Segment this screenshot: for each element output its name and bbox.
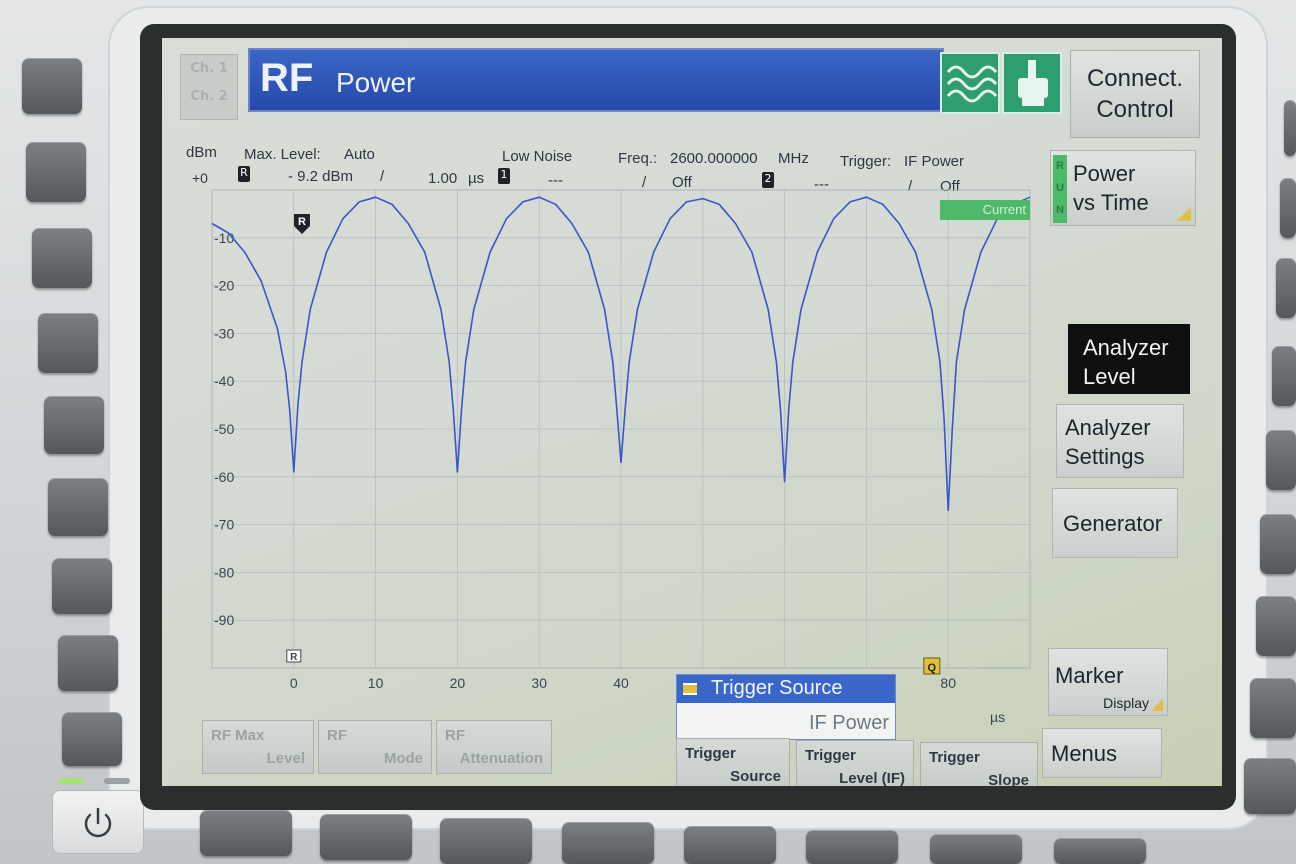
rf-mode-line1: RF	[327, 727, 347, 744]
y-tick-label: -30	[214, 325, 234, 341]
rf-max-level-line2: Level	[266, 750, 305, 767]
rf-mode-softkey[interactable]: RF Mode	[318, 720, 432, 774]
bottom-hardkey-8[interactable]	[1054, 838, 1146, 864]
right-hardkey-8[interactable]	[1250, 678, 1296, 738]
left-hardkey-6[interactable]	[48, 478, 108, 536]
rf-max-level-softkey[interactable]: RF Max Level	[202, 720, 314, 774]
trigger-source-popup[interactable]: Trigger Source IF Power	[676, 674, 896, 740]
x-tick-label: 40	[613, 675, 629, 691]
x-tick-label: 80	[940, 675, 956, 691]
rf-attenuation-line1: RF	[445, 727, 465, 744]
x-tick-label: 10	[368, 675, 384, 691]
x-axis-unit: µs	[990, 709, 1005, 725]
left-hardkey-2[interactable]	[26, 142, 86, 202]
power-icon	[84, 807, 112, 838]
left-hardkey-5[interactable]	[44, 396, 104, 454]
rf-attenuation-line2: Attenuation	[459, 750, 543, 767]
right-hardkey-4[interactable]	[1272, 346, 1296, 406]
x-tick-label: 20	[450, 675, 466, 691]
right-hardkey-6[interactable]	[1260, 514, 1296, 574]
right-hardkey-1[interactable]	[1284, 100, 1296, 156]
popup-title-text: Trigger Source	[711, 677, 843, 699]
rf-max-level-line1: RF Max	[211, 727, 265, 744]
y-tick-label: -40	[214, 373, 234, 389]
left-hardkey-7[interactable]	[52, 558, 112, 614]
left-hardkey-3[interactable]	[32, 228, 92, 288]
left-hardkey-9[interactable]	[62, 712, 122, 766]
power-button[interactable]	[52, 790, 144, 854]
y-tick-label: -70	[214, 517, 234, 533]
rf-attenuation-softkey[interactable]: RF Attenuation	[436, 720, 552, 774]
trigger-slope-line1: Trigger	[929, 749, 980, 766]
bottom-hardkey-1[interactable]	[200, 810, 292, 856]
right-hardkey-9[interactable]	[1244, 758, 1296, 814]
left-hardkey-1[interactable]	[22, 58, 82, 114]
bottom-hardkey-5[interactable]	[684, 826, 776, 864]
trigger-level-if-line2: Level (IF)	[839, 770, 905, 786]
trigger-level-if-softkey[interactable]: Trigger Level (IF)	[796, 740, 914, 786]
y-tick-label: -50	[214, 421, 234, 437]
trigger-source-line2: Source	[730, 768, 781, 785]
instrument-screen: Ch. 1 Ch. 2 RF Power Connect. Control R …	[162, 38, 1222, 786]
rf-mode-line2: Mode	[383, 750, 423, 767]
trigger-level-if-line1: Trigger	[805, 747, 856, 764]
bottom-hardkey-4[interactable]	[562, 822, 654, 864]
marker-r-pin-label: R	[298, 216, 306, 228]
trace-current-badge: Current	[940, 200, 1030, 220]
trigger-source-popup-title: Trigger Source	[677, 675, 895, 703]
status-led-green	[58, 778, 84, 784]
left-hardkey-4[interactable]	[38, 313, 98, 373]
right-hardkey-7[interactable]	[1256, 596, 1296, 656]
bottom-hardkey-3[interactable]	[440, 818, 532, 864]
right-hardkey-5[interactable]	[1266, 430, 1296, 490]
left-hardkey-8[interactable]	[58, 635, 118, 691]
y-tick-label: -90	[214, 612, 234, 628]
right-hardkey-2[interactable]	[1280, 178, 1296, 238]
trigger-source-softkey[interactable]: Trigger Source	[676, 738, 790, 786]
trigger-slope-softkey[interactable]: Trigger Slope	[920, 742, 1038, 786]
trigger-q-label: Q	[928, 662, 937, 674]
trigger-slope-line2: Slope	[988, 772, 1029, 786]
marker-r-axis-label: R	[290, 652, 298, 663]
trigger-source-value[interactable]: IF Power	[809, 712, 889, 735]
y-tick-label: -80	[214, 564, 234, 580]
bottom-hardkey-7[interactable]	[930, 834, 1022, 864]
status-led-off	[104, 778, 130, 784]
y-tick-label: -10	[214, 230, 234, 246]
y-tick-label: -60	[214, 469, 234, 485]
x-tick-label: 0	[290, 675, 298, 691]
x-tick-label: 30	[531, 675, 547, 691]
right-hardkey-3[interactable]	[1276, 258, 1296, 318]
bottom-hardkey-6[interactable]	[806, 830, 898, 864]
list-icon	[683, 683, 697, 695]
y-tick-label: -20	[214, 278, 234, 294]
bottom-hardkey-2[interactable]	[320, 814, 412, 860]
trigger-source-line1: Trigger	[685, 745, 736, 762]
